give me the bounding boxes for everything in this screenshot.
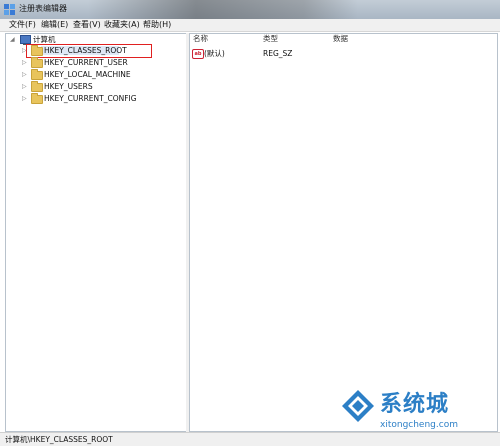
menu-help[interactable]: 帮助(H) — [143, 20, 171, 30]
menu-file[interactable]: 文件(F) — [9, 20, 36, 30]
tree-item-hkey-users[interactable]: ▷ HKEY_USERS — [20, 81, 180, 92]
folder-icon — [31, 81, 43, 92]
registry-editor-icon — [4, 4, 15, 15]
title-bar[interactable]: 注册表编辑器 — [0, 0, 500, 20]
watermark-brand: 系统城 — [380, 392, 450, 417]
tree-item-label: HKEY_USERS — [44, 82, 93, 91]
expand-arrow-icon[interactable]: ▷ — [22, 93, 27, 104]
tree-item-label: HKEY_CURRENT_CONFIG — [44, 94, 137, 103]
tree-item-label: HKEY_LOCAL_MACHINE — [44, 70, 131, 79]
expand-arrow-icon[interactable]: ▷ — [22, 45, 27, 56]
title-bar-background — [88, 0, 358, 19]
menu-bar: 文件(F) 编辑(E) 查看(V) 收藏夹(A) 帮助(H) — [0, 19, 500, 32]
status-path: 计算机\HKEY_CLASSES_ROOT — [5, 435, 113, 444]
status-bar: 计算机\HKEY_CLASSES_ROOT — [0, 432, 500, 446]
value-name[interactable]: (默认) — [204, 48, 225, 59]
tree-item-hkey-current-config[interactable]: ▷ HKEY_CURRENT_CONFIG — [20, 93, 180, 104]
collapse-arrow-icon[interactable]: ◢ — [10, 34, 15, 45]
folder-icon — [31, 45, 43, 56]
tree-item-label: HKEY_CLASSES_ROOT — [44, 46, 127, 55]
tree-item-label: HKEY_CURRENT_USER — [44, 58, 128, 67]
menu-view[interactable]: 查看(V) — [73, 20, 101, 30]
values-pane[interactable] — [189, 33, 498, 432]
watermark-site: xitongcheng.com — [380, 420, 458, 430]
watermark-logo-icon — [342, 390, 374, 422]
folder-icon — [31, 93, 43, 104]
expand-arrow-icon[interactable]: ▷ — [22, 69, 27, 80]
menu-edit[interactable]: 编辑(E) — [41, 20, 68, 30]
window-title: 注册表编辑器 — [19, 4, 67, 13]
folder-icon — [31, 57, 43, 68]
menu-favorites[interactable]: 收藏夹(A) — [104, 20, 140, 30]
registry-editor-window: 注册表编辑器 文件(F) 编辑(E) 查看(V) 收藏夹(A) 帮助(H) ◢ … — [0, 0, 500, 446]
folder-icon — [31, 69, 43, 80]
tree-item-hkey-classes-root[interactable]: ▷ HKEY_CLASSES_ROOT — [20, 45, 180, 56]
column-header-name[interactable]: 名称 — [193, 33, 208, 44]
column-header-data[interactable]: 数据 — [333, 33, 348, 44]
tree-item-hkey-local-machine[interactable]: ▷ HKEY_LOCAL_MACHINE — [20, 69, 180, 80]
expand-arrow-icon[interactable]: ▷ — [22, 81, 27, 92]
tree-item-hkey-current-user[interactable]: ▷ HKEY_CURRENT_USER — [20, 57, 180, 68]
expand-arrow-icon[interactable]: ▷ — [22, 57, 27, 68]
column-header-type[interactable]: 类型 — [263, 33, 278, 44]
computer-icon — [20, 35, 31, 45]
value-type: REG_SZ — [263, 49, 293, 58]
string-value-icon: ab — [192, 49, 204, 59]
